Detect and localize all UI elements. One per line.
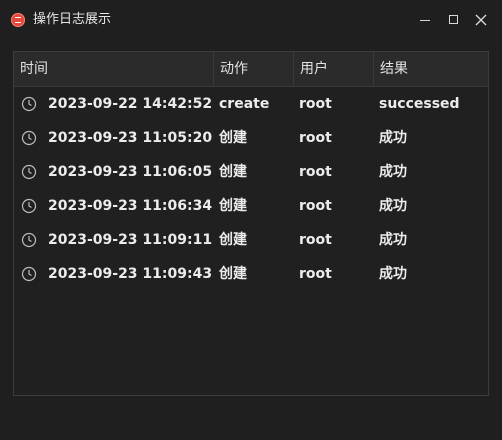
table-row[interactable]: 2023-09-23 11:09:43 创建 root 成功: [14, 257, 488, 291]
clock-icon: [21, 96, 37, 112]
cell-action: 创建: [219, 198, 247, 214]
cell-action: create: [219, 96, 270, 112]
cell-time: 2023-09-23 11:09:43: [48, 266, 213, 282]
cell-action: 创建: [219, 164, 247, 180]
app-logo-icon: [11, 13, 25, 27]
close-icon[interactable]: [469, 8, 493, 32]
cell-time: 2023-09-23 11:06:05: [48, 164, 213, 180]
title-bar[interactable]: 操作日志展示: [0, 0, 502, 40]
cell-user: root: [299, 164, 332, 180]
table-row[interactable]: 2023-09-23 11:06:34 创建 root 成功: [14, 189, 488, 223]
table-row[interactable]: 2023-09-22 14:42:52 create root successed: [14, 87, 488, 121]
table-header: 时间 动作 用户 结果: [14, 52, 488, 87]
log-table[interactable]: 时间 动作 用户 结果 2023-09-22 14:42:52 create roo…: [13, 51, 489, 396]
cell-time: 2023-09-23 11:06:34: [48, 198, 213, 214]
cell-action: 创建: [219, 130, 247, 146]
clock-icon: [21, 164, 37, 180]
cell-action: 创建: [219, 266, 247, 282]
cell-time: 2023-09-23 11:09:11: [48, 232, 213, 248]
cell-time: 2023-09-23 11:05:20: [48, 130, 213, 146]
cell-user: root: [299, 198, 332, 214]
maximize-icon[interactable]: [442, 8, 466, 32]
clock-icon: [21, 232, 37, 248]
cell-user: root: [299, 232, 332, 248]
cell-result: 成功: [379, 266, 407, 282]
cell-result: 成功: [379, 130, 407, 146]
table-row[interactable]: 2023-09-23 11:09:11 创建 root 成功: [14, 223, 488, 257]
cell-time: 2023-09-22 14:42:52: [48, 96, 213, 112]
cell-user: root: [299, 130, 332, 146]
table-row[interactable]: 2023-09-23 11:05:20 创建 root 成功: [14, 121, 488, 155]
column-header-result[interactable]: 结果: [374, 52, 488, 87]
cell-user: root: [299, 266, 332, 282]
clock-icon: [21, 198, 37, 214]
column-header-time[interactable]: 时间: [14, 52, 214, 87]
window-title: 操作日志展示: [33, 12, 112, 27]
cell-result: 成功: [379, 198, 407, 214]
clock-icon: [21, 130, 37, 146]
minimize-icon[interactable]: [414, 8, 438, 32]
cell-result: 成功: [379, 232, 407, 248]
cell-action: 创建: [219, 232, 247, 248]
cell-result: successed: [379, 96, 460, 112]
cell-user: root: [299, 96, 332, 112]
column-header-action[interactable]: 动作: [214, 52, 294, 87]
cell-result: 成功: [379, 164, 407, 180]
table-row[interactable]: 2023-09-23 11:06:05 创建 root 成功: [14, 155, 488, 189]
app-window: 操作日志展示 时间 动作 用户 结果 2023-09-22 14:42:52 cr…: [0, 0, 502, 440]
clock-icon: [21, 266, 37, 282]
column-header-user[interactable]: 用户: [294, 52, 374, 87]
